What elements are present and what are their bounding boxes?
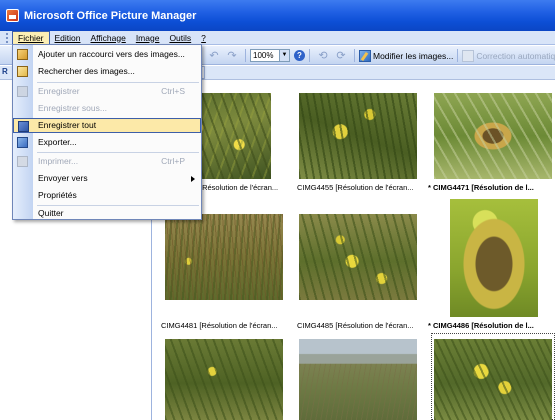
thumbnail-image[interactable]: [165, 214, 283, 300]
menu-item-properties[interactable]: Propriétés: [13, 188, 201, 203]
thumbnail-caption: CIMG4481 [Résolution de l'écran...: [161, 321, 278, 330]
menu-item-label: Quitter: [38, 208, 64, 218]
zoom-dropdown-button[interactable]: ▼: [280, 49, 290, 62]
menubar-grip[interactable]: [6, 32, 9, 43]
picture-manager-app-icon[interactable]: [6, 9, 19, 22]
menu-image[interactable]: Image: [131, 31, 165, 45]
menu-item-shortcut: Ctrl+P: [161, 156, 185, 166]
menu-item-quit[interactable]: Quitter: [13, 206, 201, 221]
menu-item-save-all[interactable]: Enregistrer tout: [13, 118, 201, 133]
menu-outils-label: Outils: [169, 32, 192, 43]
search-images-icon: [17, 66, 28, 77]
thumbnail-image[interactable]: [450, 199, 538, 317]
thumbnail-image[interactable]: [299, 339, 417, 420]
edit-images-button[interactable]: Modifier les images...: [373, 51, 453, 61]
menu-item-save-as[interactable]: Enregistrer sous...: [13, 101, 201, 116]
menu-edition[interactable]: Edition: [50, 31, 86, 45]
menu-item-label: Propriétés: [38, 190, 77, 200]
menu-item-search-images[interactable]: Rechercher des images...: [13, 64, 201, 79]
menu-affichage[interactable]: Affichage: [86, 31, 131, 45]
menu-item-label: Ajouter un raccourci vers des images...: [38, 49, 185, 59]
menu-fichier-label: Fichier: [18, 32, 44, 43]
menu-item-label: Enregistrer: [38, 86, 80, 96]
menu-item-print[interactable]: Imprimer... Ctrl+P: [13, 154, 201, 169]
title-bar: Microsoft Office Picture Manager: [0, 0, 555, 31]
file-menu-dropdown: Ajouter un raccourci vers des images... …: [12, 44, 202, 220]
thumbnail-view: [Résolution de l'écran... CIMG4455 [Réso…: [153, 81, 555, 420]
menu-affichage-label: Affichage: [90, 32, 126, 43]
edit-images-icon: [359, 49, 371, 62]
menu-separator: [37, 152, 199, 153]
thumbnail-caption: * CIMG4471 [Résolution de l...: [428, 183, 534, 192]
help-icon[interactable]: ?: [294, 50, 305, 61]
menu-item-send-to[interactable]: Envoyer vers: [13, 171, 201, 186]
menu-help[interactable]: ?: [196, 31, 211, 45]
thumbnail-image[interactable]: [299, 214, 417, 300]
menu-image-label: Image: [135, 32, 160, 43]
menu-item-add-shortcut[interactable]: Ajouter un raccourci vers des images...: [13, 47, 201, 62]
menu-outils[interactable]: Outils: [164, 31, 196, 45]
rotate-right-icon[interactable]: ⟳: [334, 49, 348, 63]
auto-correct-button[interactable]: Correction automatique: [476, 51, 555, 61]
save-icon: [17, 86, 28, 97]
menu-item-label: Exporter...: [38, 137, 77, 147]
export-icon: [17, 137, 28, 148]
menu-fichier[interactable]: Fichier: [12, 30, 50, 45]
window-title: Microsoft Office Picture Manager: [24, 9, 197, 22]
toolbar-separator: [354, 49, 355, 62]
menu-edition-label: Edition: [54, 32, 81, 43]
menu-item-save[interactable]: Enregistrer Ctrl+S: [13, 84, 201, 99]
folder-shortcut-icon: [17, 49, 28, 60]
undo-icon[interactable]: ↶: [207, 49, 221, 63]
menu-item-label: Envoyer vers: [38, 173, 88, 183]
thumbnail-caption: [Résolution de l'écran...: [200, 183, 279, 192]
thumbnail-image[interactable]: [434, 93, 552, 179]
thumbnail-caption: CIMG4455 [Résolution de l'écran...: [297, 183, 414, 192]
menu-item-export[interactable]: Exporter...: [13, 135, 201, 150]
print-icon: [17, 156, 28, 167]
toolbar-separator: [457, 49, 459, 62]
redo-icon[interactable]: ↷: [225, 49, 239, 63]
zoom-input[interactable]: 100%: [250, 49, 280, 62]
save-all-icon: [18, 121, 29, 132]
pane-header-letter: R: [2, 67, 8, 76]
auto-correct-icon: [462, 49, 475, 62]
menu-item-label: Rechercher des images...: [38, 66, 135, 76]
menu-item-label: Imprimer...: [38, 156, 79, 166]
thumbnail-image[interactable]: [434, 339, 552, 420]
menu-item-shortcut: Ctrl+S: [161, 86, 185, 96]
menu-bar: Fichier Edition Affichage Image Outils ?: [0, 30, 555, 45]
menu-separator: [37, 82, 199, 83]
menu-item-label: Enregistrer tout: [38, 120, 97, 130]
toolbar-separator: [309, 49, 310, 62]
menu-item-label: Enregistrer sous...: [38, 103, 107, 113]
thumbnail-caption: * CIMG4486 [Résolution de l...: [428, 321, 534, 330]
thumbnail-image[interactable]: [165, 339, 283, 420]
menu-help-label: ?: [201, 32, 206, 43]
submenu-arrow-icon: [191, 176, 195, 182]
thumbnail-caption: CIMG4485 [Résolution de l'écran...: [297, 321, 414, 330]
toolbar-separator: [245, 49, 246, 62]
rotate-left-icon[interactable]: ⟲: [316, 49, 330, 63]
thumbnail-image[interactable]: [299, 93, 417, 179]
